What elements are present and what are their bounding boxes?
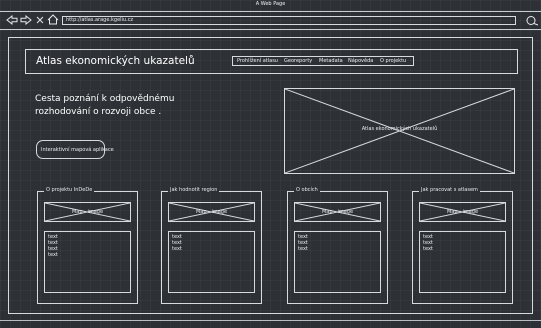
card-text-box: text text text text (44, 231, 131, 293)
interactive-map-app-label: Interaktivní mapová aplikace (41, 147, 114, 153)
card-map-image-label: Map - image (321, 209, 354, 215)
search-icon[interactable] (525, 15, 539, 26)
home-icon[interactable] (47, 14, 59, 25)
site-header: Atlas ekonomických ukazatelů Prohlížení … (25, 49, 518, 74)
card-map-image-label: Map - image (446, 209, 479, 215)
back-arrow-icon[interactable] (6, 15, 18, 25)
card-text-line: text (298, 246, 308, 252)
forward-arrow-icon[interactable] (20, 15, 32, 25)
card-map-image-label: Map - image (71, 209, 104, 215)
card-map-image-label: Map - image (195, 209, 228, 215)
card-o-projektu: O projektu InDeDe Map - image text text … (37, 187, 138, 304)
hero-image-label: Atlas ekonomických ukazatelů (361, 126, 438, 132)
card-text-line: text (423, 246, 433, 252)
site-title: Atlas ekonomických ukazatelů (36, 55, 195, 67)
card-o-obcich: O obcích Map - image text text text (287, 187, 388, 304)
nav-item-prohlizeni-atlasu[interactable]: Prohlížení atlasu (237, 58, 278, 64)
window-titlebar: A Web Page (0, 0, 541, 12)
card-title: O projektu InDeDe (44, 187, 95, 193)
card-jak-hodnotit-region: Jak hodnotit region Map - image text tex… (161, 187, 262, 304)
main-nav: Prohlížení atlasu Georeporty Metadata Ná… (232, 56, 414, 66)
browser-toolbar: http://atlas.arage.kgeliu.cz (0, 12, 541, 30)
address-url: http://atlas.arage.kgeliu.cz (66, 17, 134, 23)
nav-item-o-projektu[interactable]: O projektu (380, 58, 406, 64)
close-icon[interactable] (36, 16, 44, 24)
card-title: O obcích (294, 187, 320, 193)
hero-image-placeholder: Atlas ekonomických ukazatelů (284, 88, 515, 174)
card-map-image: Map - image (44, 202, 131, 222)
interactive-map-app-button[interactable]: Interaktivní mapová aplikace (36, 140, 114, 159)
nav-item-napoveda[interactable]: Nápověda (348, 58, 373, 64)
card-text-box: text text text (294, 231, 381, 293)
page-canvas: Atlas ekonomických ukazatelů Prohlížení … (8, 37, 533, 314)
card-jak-pracovat-s-atlasem: Jak pracovat s atlasem Map - image text … (412, 187, 513, 304)
card-title: Jak pracovat s atlasem (419, 187, 480, 193)
address-bar[interactable]: http://atlas.arage.kgeliu.cz (62, 16, 516, 25)
hero-tagline-line1: Cesta poznání k odpovědnému (35, 94, 175, 104)
nav-item-metadata[interactable]: Metadata (319, 58, 343, 64)
nav-item-georeporty[interactable]: Georeporty (284, 58, 312, 64)
page-footer-line (0, 320, 541, 321)
card-text-box: text text text (419, 231, 506, 293)
card-text-box: text text text (168, 231, 255, 293)
hero-tagline-line2: rozhodování o rozvoji obce . (35, 107, 162, 117)
card-map-image: Map - image (419, 202, 506, 222)
card-text-line: text (172, 246, 182, 252)
card-text-line: text (48, 252, 58, 258)
window-title: A Web Page (255, 1, 286, 7)
card-map-image: Map - image (168, 202, 255, 222)
card-title: Jak hodnotit region (168, 187, 220, 193)
card-map-image: Map - image (294, 202, 381, 222)
